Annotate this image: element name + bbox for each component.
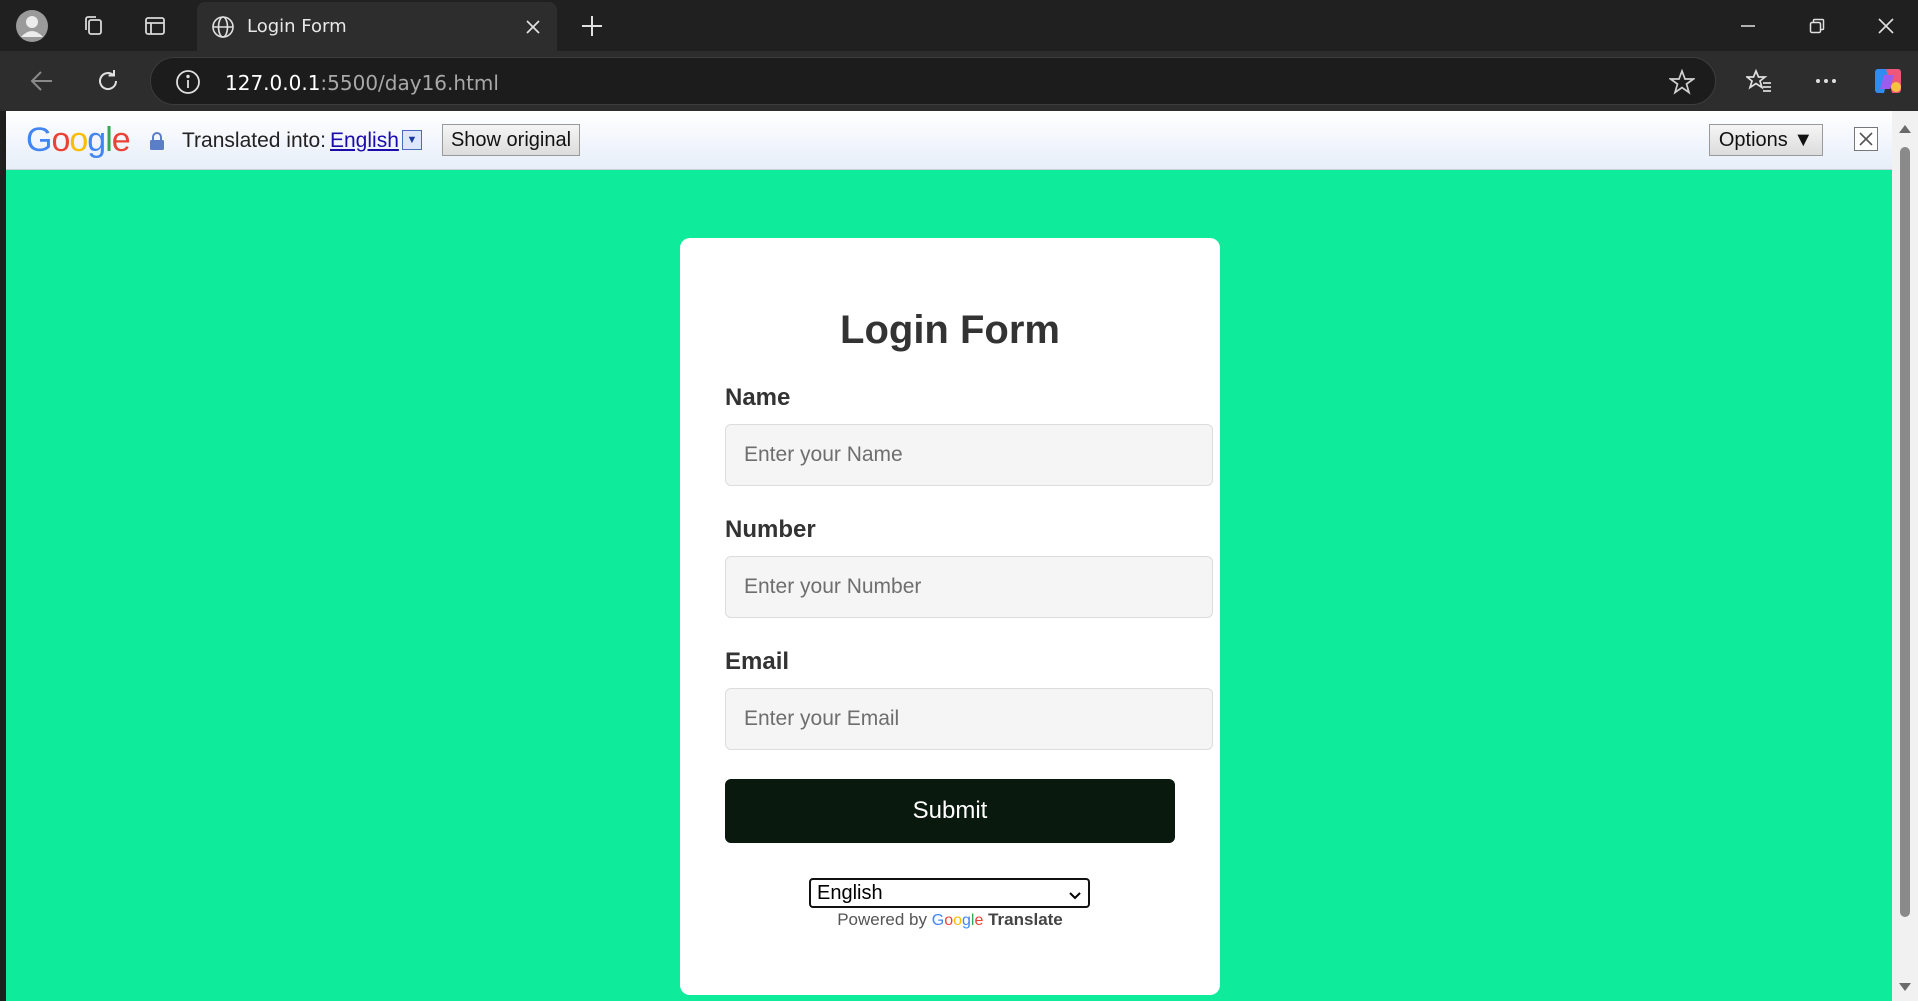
copilot-icon[interactable] [1868, 61, 1908, 101]
url-host: 127.0.0.1 [225, 71, 321, 95]
close-window-icon[interactable] [1866, 6, 1906, 46]
scroll-down-arrow-icon[interactable] [1899, 983, 1911, 991]
google-mini-logo: Google [931, 912, 984, 929]
restore-icon[interactable] [1797, 6, 1837, 46]
browser-tab-bar: Login Form [0, 0, 1918, 51]
address-toolbar: 127.0.0.1:5500/day16.html [0, 51, 1918, 111]
number-input[interactable] [725, 556, 1213, 618]
scroll-up-arrow-icon[interactable] [1899, 125, 1911, 133]
close-translate-bar-icon[interactable] [1854, 127, 1878, 151]
language-dropdown-icon[interactable]: ▼ [402, 130, 422, 150]
workspaces-icon[interactable] [75, 8, 111, 44]
vertical-scrollbar[interactable] [1892, 111, 1918, 1001]
language-select[interactable]: English [809, 878, 1090, 908]
new-tab-button[interactable] [574, 8, 610, 44]
options-button[interactable]: Options ▼ [1709, 124, 1823, 156]
favorite-star-icon[interactable] [1669, 69, 1695, 95]
tab-title: Login Form [247, 16, 347, 37]
close-tab-icon[interactable] [521, 15, 545, 39]
more-options-icon[interactable] [1806, 61, 1846, 101]
site-info-icon[interactable] [175, 69, 201, 95]
name-input[interactable] [725, 424, 1213, 486]
favorites-icon[interactable] [1739, 61, 1779, 101]
google-translate-bar: Google Translated into: English ▼ Show o… [6, 111, 1892, 170]
google-logo: Google [26, 121, 131, 159]
powered-by-google-translate: Powered by Google Translate [680, 910, 1220, 930]
name-label: Name [725, 384, 791, 411]
globe-icon [211, 15, 235, 39]
url-path: :5500/day16.html [320, 71, 499, 95]
chevron-down-icon [1068, 886, 1082, 909]
submit-button[interactable]: Submit [725, 779, 1175, 843]
url-text[interactable]: 127.0.0.1:5500/day16.html [225, 71, 499, 95]
lock-icon [149, 131, 165, 156]
powered-by-text: Powered by [837, 910, 927, 929]
translate-link[interactable]: Translate [988, 910, 1063, 929]
language-link[interactable]: English [330, 129, 399, 153]
email-label: Email [725, 648, 790, 675]
form-title: Login Form [840, 308, 1060, 352]
profile-icon[interactable] [14, 8, 50, 44]
number-label: Number [725, 516, 816, 543]
login-card: Login Form Name Number Email Submit Engl… [680, 238, 1220, 995]
tab-actions-icon[interactable] [137, 8, 173, 44]
language-select-value: English [817, 881, 883, 904]
refresh-icon[interactable] [88, 61, 128, 101]
email-input[interactable] [725, 688, 1213, 750]
scrollbar-thumb[interactable] [1900, 147, 1910, 917]
minimize-icon[interactable] [1728, 6, 1768, 46]
tab-login-form[interactable]: Login Form [197, 2, 557, 51]
show-original-button[interactable]: Show original [442, 124, 580, 156]
address-bar[interactable]: 127.0.0.1:5500/day16.html [150, 57, 1716, 105]
translated-into-label: Translated into: [182, 129, 326, 152]
back-arrow-icon[interactable] [22, 61, 62, 101]
